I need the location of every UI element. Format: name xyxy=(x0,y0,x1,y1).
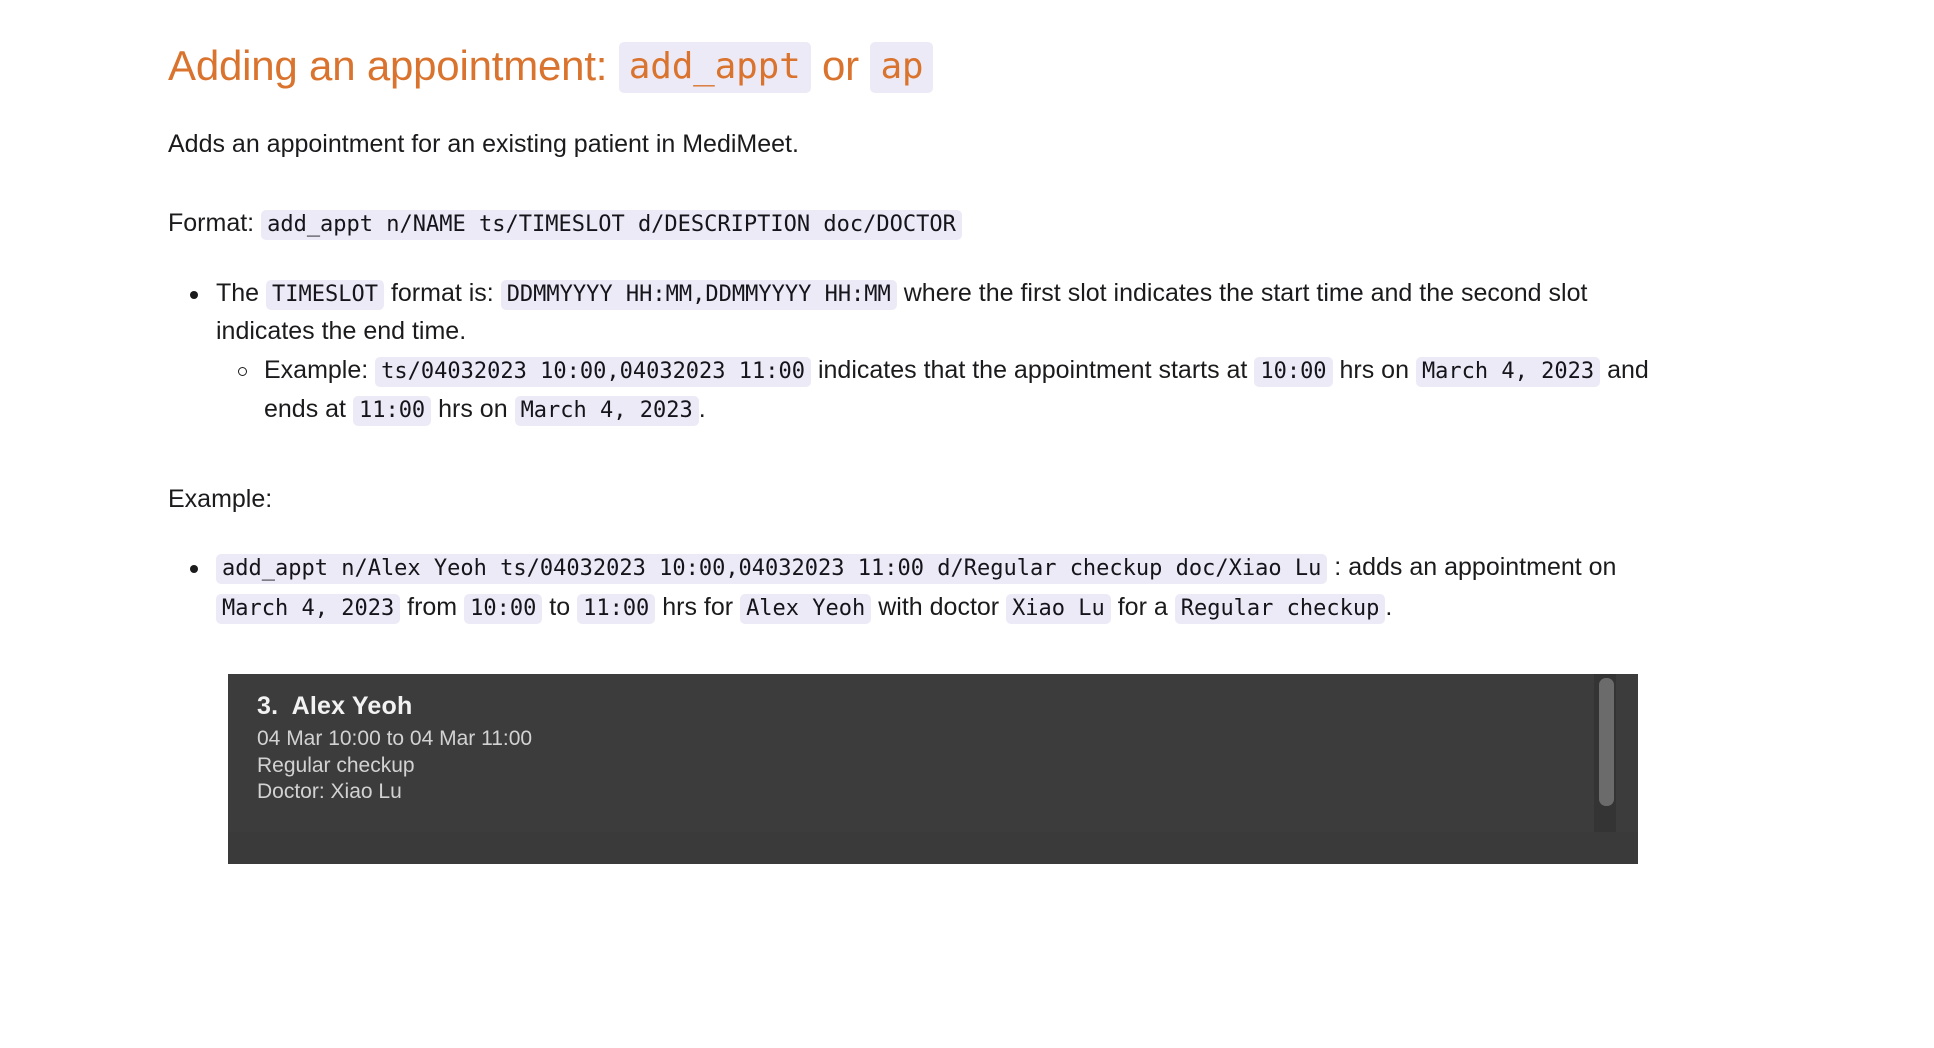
example-text-5: with doctor xyxy=(871,593,1007,622)
example-label: Example: xyxy=(168,484,273,513)
timeslot-example-item: Example: ts/04032023 10:00,04032023 11:0… xyxy=(216,351,1688,429)
example-code-doctor: Xiao Lu xyxy=(1006,594,1111,625)
page-title-conjunction: or xyxy=(810,42,871,89)
timeslot-code-token: TIMESLOT xyxy=(266,279,384,310)
timeslot-code-pattern: DDMMYYYY HH:MM,DDMMYYYY HH:MM xyxy=(500,279,897,310)
timeslot-text-2: format is: xyxy=(384,278,501,307)
example-text-1: : adds an appointment on xyxy=(1327,552,1617,581)
example-bullet-list: add_appt n/Alex Yeoh ts/04032023 10:00,0… xyxy=(168,547,1688,628)
timeslot-bullet-list: The TIMESLOT format is: DDMMYYYY HH:MM,D… xyxy=(168,274,1688,429)
result-panel: 3. Alex Yeoh 04 Mar 10:00 to 04 Mar 11:0… xyxy=(228,673,1638,832)
example-command-item: add_appt n/Alex Yeoh ts/04032023 10:00,0… xyxy=(168,547,1688,628)
example-code-patient: Alex Yeoh xyxy=(740,594,872,625)
format-paragraph: Format: add_appt n/NAME ts/TIMESLOT d/DE… xyxy=(168,205,1688,241)
sub-example-code-end-time: 11:00 xyxy=(352,395,432,426)
appointment-title: 3. Alex Yeoh xyxy=(257,691,413,720)
timeslot-example-sublist: Example: ts/04032023 10:00,04032023 11:0… xyxy=(216,351,1688,429)
example-text-6: for a xyxy=(1110,593,1175,622)
example-code-description: Regular checkup xyxy=(1174,594,1386,625)
format-label: Format: xyxy=(168,209,262,238)
result-scrollbar-thumb[interactable] xyxy=(1599,677,1614,806)
appointment-time-range: 04 Mar 10:00 to 04 Mar 11:00 xyxy=(257,726,533,750)
sub-example-code-start-date: March 4, 2023 xyxy=(1415,357,1601,388)
sub-example-label: Example: xyxy=(264,356,376,385)
sub-example-text-2: indicates that the appointment starts at xyxy=(811,356,1255,385)
sub-example-text-3: hrs on xyxy=(1332,356,1416,385)
sub-example-text-5: hrs on xyxy=(431,394,515,423)
page-title: Adding an appointment: add_appt or ap xyxy=(168,0,1688,93)
sub-example-code-end-date: March 4, 2023 xyxy=(514,395,699,426)
appointment-description: Regular checkup xyxy=(257,753,415,777)
example-text-4: hrs for xyxy=(655,593,741,622)
content-column: Adding an appointment: add_appt or ap Ad… xyxy=(168,0,1688,864)
example-code-from-time: 10:00 xyxy=(464,594,543,625)
intro-paragraph: Adds an appointment for an existing pati… xyxy=(168,130,799,159)
example-text-2: from xyxy=(400,593,465,622)
page-title-text: Adding an appointment: xyxy=(168,42,619,89)
appointment-card: 3. Alex Yeoh 04 Mar 10:00 to 04 Mar 11:0… xyxy=(257,692,532,806)
timeslot-bullet-item: The TIMESLOT format is: DDMMYYYY HH:MM,D… xyxy=(168,274,1688,429)
page-title-code-ap: ap xyxy=(870,42,934,93)
result-screenshot: 3. Alex Yeoh 04 Mar 10:00 to 04 Mar 11:0… xyxy=(228,673,1638,864)
appointment-doctor: Doctor: Xiao Lu xyxy=(257,780,402,804)
sub-example-text-6: . xyxy=(698,394,706,423)
page-title-code-add-appt: add_appt xyxy=(618,42,811,93)
documentation-page: Adding an appointment: add_appt or ap Ad… xyxy=(0,0,1934,1048)
format-code: add_appt n/NAME ts/TIMESLOT d/DESCRIPTIO… xyxy=(261,210,962,241)
example-command-code: add_appt n/Alex Yeoh ts/04032023 10:00,0… xyxy=(216,553,1328,584)
example-text-7: . xyxy=(1385,593,1393,622)
example-text-3: to xyxy=(542,593,578,622)
example-code-to-time: 11:00 xyxy=(577,594,656,625)
timeslot-text-1: The xyxy=(216,278,267,307)
example-code-date: March 4, 2023 xyxy=(216,594,401,625)
sub-example-code-ts: ts/04032023 10:00,04032023 11:00 xyxy=(375,357,812,388)
sub-example-code-start-time: 10:00 xyxy=(1254,357,1333,388)
